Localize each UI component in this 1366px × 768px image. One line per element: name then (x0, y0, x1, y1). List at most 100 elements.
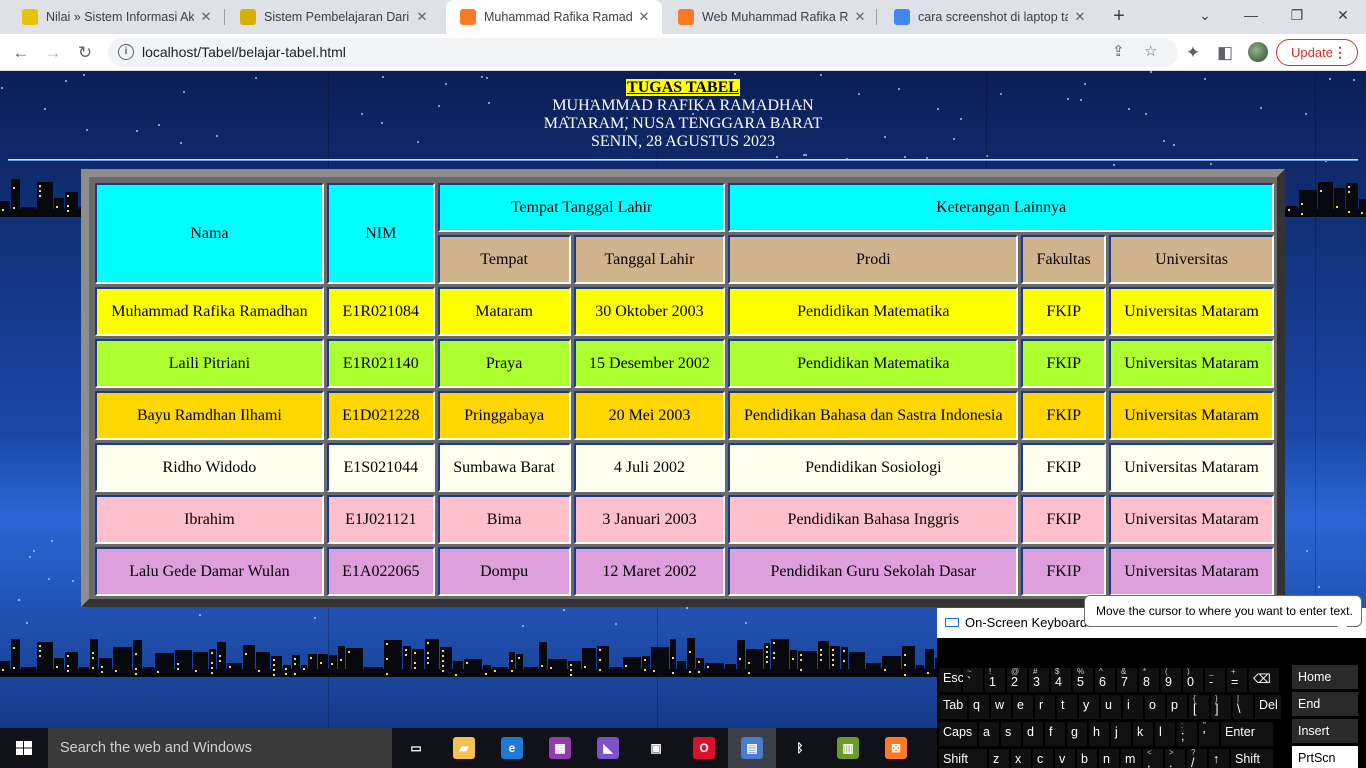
osk-key[interactable]: z (989, 749, 1009, 768)
osk-nav-key[interactable]: PrtScn (1292, 746, 1358, 768)
taskbar-app[interactable]: ᛒ (776, 728, 824, 768)
forward-icon[interactable]: → (40, 40, 66, 66)
tab-close-icon[interactable]: ✕ (1072, 9, 1088, 25)
osk-nav-key[interactable]: Home (1292, 665, 1358, 689)
osk-key[interactable]: r (1035, 695, 1055, 719)
address-bar[interactable]: i localhost/Tabel/belajar-tabel.html ⇪ ☆ (108, 38, 1178, 67)
taskbar-app[interactable]: ▦ (536, 728, 584, 768)
osk-key[interactable]: ! 1 (985, 667, 1005, 692)
taskbar-app[interactable]: ◣ (584, 728, 632, 768)
osk-key[interactable]: m (1121, 749, 1141, 768)
osk-key[interactable]: u (1101, 695, 1121, 719)
osk-key[interactable]: n (1099, 749, 1119, 768)
osk-key[interactable]: q (969, 695, 989, 719)
osk-key[interactable]: & 7 (1117, 667, 1137, 692)
osk-key[interactable]: s (1001, 722, 1021, 746)
osk-key[interactable]: Shift (939, 749, 987, 768)
browser-tab[interactable]: cara screenshot di laptop tan ✕ (880, 0, 1098, 34)
taskbar-app[interactable]: e (488, 728, 536, 768)
tab-close-icon[interactable]: ✕ (852, 9, 868, 25)
osk-key[interactable]: ~ ` (963, 667, 983, 692)
osk-key[interactable]: d (1023, 722, 1043, 746)
tab-close-icon[interactable]: ✕ (414, 9, 430, 25)
osk-key[interactable]: Shift (1231, 749, 1273, 768)
osk-key[interactable]: g (1067, 722, 1087, 746)
osk-key[interactable]: f (1045, 722, 1065, 746)
osk-key[interactable]: :; (1177, 721, 1197, 746)
taskbar-app[interactable]: ▣ (632, 728, 680, 768)
restore-icon[interactable]: ❐ (1282, 4, 1312, 26)
osk-key[interactable]: p (1167, 695, 1187, 719)
osk-key[interactable]: ) 0 (1183, 667, 1203, 692)
osk-key[interactable]: {[ (1189, 694, 1209, 719)
osk-key[interactable]: #3 (1029, 667, 1049, 692)
osk-key[interactable]: b (1077, 749, 1097, 768)
url-text[interactable]: localhost/Tabel/belajar-tabel.html (142, 44, 346, 60)
browser-tab[interactable]: Sistem Pembelajaran Daring ✕ (226, 0, 440, 34)
osk-key[interactable]: | \ (1233, 694, 1253, 719)
osk-key[interactable]: $4 (1051, 667, 1071, 692)
taskbar-app[interactable]: O (680, 728, 728, 768)
osk-key[interactable]: Del (1255, 695, 1281, 719)
osk-key[interactable]: a (979, 722, 999, 746)
minimize-icon[interactable]: — (1236, 4, 1266, 26)
osk-key[interactable]: ^ 6 (1095, 667, 1115, 692)
site-info-icon[interactable]: i (118, 44, 134, 60)
taskbar-app[interactable]: ▤ (728, 728, 776, 768)
osk-key[interactable]: ⌫ (1249, 668, 1279, 692)
browser-tab[interactable]: Web Muhammad Rafika Ram ✕ (664, 0, 878, 34)
osk-key[interactable]: ? / (1187, 748, 1207, 768)
tab-search-icon[interactable]: ⌄ (1190, 4, 1220, 26)
osk-key[interactable]: i (1123, 695, 1143, 719)
osk-key[interactable]: Esc (939, 668, 964, 692)
reload-icon[interactable]: ↻ (72, 40, 98, 66)
osk-key[interactable]: " ' (1199, 721, 1219, 746)
osk-key[interactable]: * 8 (1139, 667, 1159, 692)
tab-close-icon[interactable]: ✕ (198, 9, 214, 25)
osk-key[interactable]: (9 (1161, 667, 1181, 692)
osk-key[interactable]: v (1055, 749, 1075, 768)
osk-key[interactable]: o (1145, 695, 1165, 719)
osk-key[interactable]: _ - (1205, 667, 1225, 692)
osk-key[interactable]: @2 (1007, 667, 1027, 692)
avatar[interactable] (1248, 42, 1268, 62)
osk-key[interactable]: >. (1165, 748, 1185, 768)
browser-tab[interactable]: Muhammad Rafika Ramadha ✕ (446, 0, 662, 34)
osk-key[interactable]: k (1133, 722, 1153, 746)
close-window-icon[interactable]: ✕ (1328, 4, 1358, 26)
start-button[interactable] (0, 728, 48, 768)
osk-key[interactable]: c (1033, 749, 1053, 768)
osk-key[interactable]: % 5 (1073, 667, 1093, 692)
share-icon[interactable]: ⇪ (1112, 42, 1125, 60)
osk-key[interactable]: ↑ (1209, 749, 1229, 768)
taskbar-app[interactable]: ⊠ (872, 728, 920, 768)
osk-key[interactable]: Tab (939, 695, 967, 719)
browser-tab[interactable]: Nilai » Sistem Informasi Akad ✕ (8, 0, 224, 34)
osk-nav-key[interactable]: End (1292, 692, 1358, 716)
osk-key[interactable]: l (1155, 722, 1175, 746)
bookmark-star-icon[interactable]: ☆ (1144, 42, 1157, 60)
osk-key[interactable]: x (1011, 749, 1031, 768)
osk-key[interactable]: }] (1211, 694, 1231, 719)
osk-nav-key[interactable]: Insert (1292, 719, 1358, 743)
tab-close-icon[interactable]: ✕ (636, 9, 652, 25)
osk-key[interactable]: <, (1143, 748, 1163, 768)
taskbar-app[interactable]: ▰ (440, 728, 488, 768)
osk-key[interactable]: j (1111, 722, 1131, 746)
side-panel-icon[interactable]: ◧ (1212, 40, 1238, 66)
taskbar-app[interactable]: ▥ (824, 728, 872, 768)
osk-key[interactable]: h (1089, 722, 1109, 746)
back-icon[interactable]: ← (8, 40, 34, 66)
taskbar-app[interactable]: ▭ (392, 728, 440, 768)
extensions-icon[interactable]: ✦ (1180, 40, 1206, 66)
osk-key[interactable]: e (1013, 695, 1033, 719)
update-button[interactable]: Update ⋮ (1276, 39, 1358, 66)
osk-key[interactable]: y (1079, 695, 1099, 719)
osk-key[interactable]: Caps (939, 722, 977, 746)
new-tab-button[interactable]: + (1108, 5, 1130, 27)
osk-key[interactable]: Enter (1221, 722, 1273, 746)
osk-key[interactable]: w (991, 695, 1011, 719)
osk-key[interactable]: + = (1227, 667, 1247, 692)
osk-key[interactable]: t (1057, 695, 1077, 719)
taskbar-search-input[interactable]: Search the web and Windows (48, 728, 392, 768)
